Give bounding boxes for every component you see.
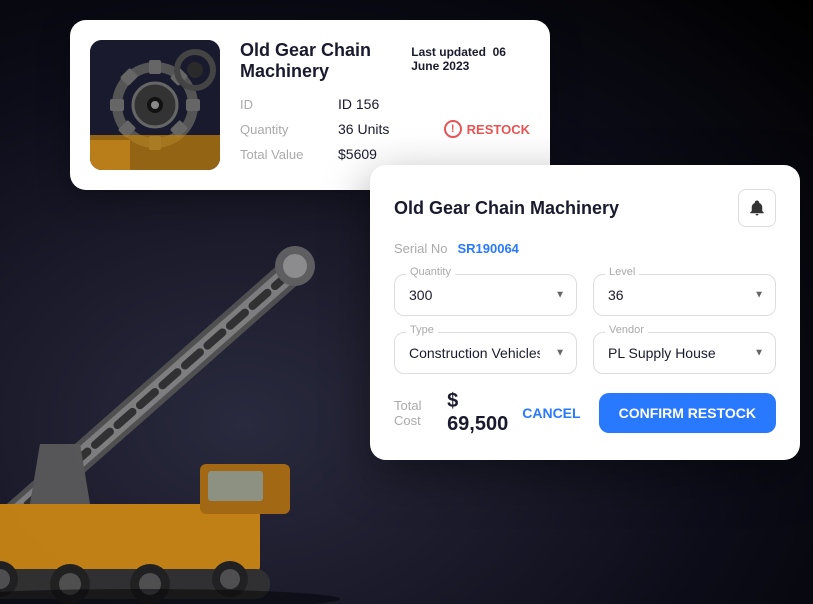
level-group: Level 36 10 20 50 ▼ bbox=[593, 274, 776, 316]
restock-label: RESTOCK bbox=[467, 122, 530, 137]
vendor-group: Vendor PL Supply House Other Vendor ▼ bbox=[593, 332, 776, 374]
id-label: ID bbox=[240, 97, 330, 112]
type-group: Type Construction Vehicles Heavy Machine… bbox=[394, 332, 577, 374]
serial-label: Serial No bbox=[394, 241, 447, 256]
vendor-select[interactable]: PL Supply House Other Vendor bbox=[593, 332, 776, 374]
vendor-select-wrapper: PL Supply House Other Vendor ▼ bbox=[593, 332, 776, 374]
cancel-button[interactable]: CANCEL bbox=[508, 395, 594, 431]
serial-row: Serial No SR190064 bbox=[394, 241, 776, 256]
quantity-value: 36 Units bbox=[338, 121, 389, 137]
restock-warning-icon: ! bbox=[444, 120, 462, 138]
card-info-section: Old Gear Chain Machinery Last updated 06… bbox=[240, 40, 530, 170]
quantity-select[interactable]: 300 100 200 400 500 bbox=[394, 274, 577, 316]
id-value: ID 156 bbox=[338, 96, 379, 112]
serial-value: SR190064 bbox=[457, 241, 518, 256]
type-select-wrapper: Construction Vehicles Heavy Machinery In… bbox=[394, 332, 577, 374]
type-field-label: Type bbox=[406, 324, 438, 336]
machinery-image bbox=[90, 40, 220, 170]
type-vendor-row: Type Construction Vehicles Heavy Machine… bbox=[394, 332, 776, 374]
restock-badge: ! RESTOCK bbox=[444, 120, 530, 138]
modal-footer: Total Cost $ 69,500 CANCEL CONFIRM RESTO… bbox=[394, 390, 776, 436]
quantity-group: Quantity 300 100 200 400 500 ▼ bbox=[394, 274, 577, 316]
total-cost-label: Total Cost bbox=[394, 398, 437, 428]
total-value-label: Total Value bbox=[240, 147, 330, 162]
action-buttons: CANCEL CONFIRM RESTOCK bbox=[508, 393, 776, 433]
quantity-label: Quantity bbox=[240, 122, 330, 137]
notification-button[interactable] bbox=[738, 189, 776, 227]
id-row: ID ID 156 bbox=[240, 96, 530, 112]
card-title: Old Gear Chain Machinery bbox=[240, 40, 411, 82]
level-field-label: Level bbox=[605, 266, 639, 278]
last-updated-label: Last updated bbox=[411, 45, 486, 59]
total-value-row: Total Value $5609 bbox=[240, 146, 530, 162]
vendor-field-label: Vendor bbox=[605, 324, 648, 336]
level-select[interactable]: 36 10 20 50 bbox=[593, 274, 776, 316]
type-select[interactable]: Construction Vehicles Heavy Machinery In… bbox=[394, 332, 577, 374]
total-cost-section: Total Cost $ 69,500 bbox=[394, 390, 508, 436]
last-updated: Last updated 06 June 2023 bbox=[411, 45, 530, 73]
total-cost-value: $ 69,500 bbox=[447, 390, 508, 436]
quantity-field-label: Quantity bbox=[406, 266, 455, 278]
bell-icon bbox=[748, 199, 766, 217]
confirm-restock-button[interactable]: CONFIRM RESTOCK bbox=[599, 393, 776, 433]
quantity-row: Quantity 36 Units ! RESTOCK bbox=[240, 120, 530, 138]
quantity-select-wrapper: 300 100 200 400 500 ▼ bbox=[394, 274, 577, 316]
total-value: $5609 bbox=[338, 146, 377, 162]
modal-title: Old Gear Chain Machinery bbox=[394, 198, 619, 219]
card-title-row: Old Gear Chain Machinery Last updated 06… bbox=[240, 40, 530, 82]
level-select-wrapper: 36 10 20 50 ▼ bbox=[593, 274, 776, 316]
restock-modal: Old Gear Chain Machinery Serial No SR190… bbox=[370, 165, 800, 460]
quantity-level-row: Quantity 300 100 200 400 500 ▼ Level 36 … bbox=[394, 274, 776, 316]
modal-header: Old Gear Chain Machinery bbox=[394, 189, 776, 227]
